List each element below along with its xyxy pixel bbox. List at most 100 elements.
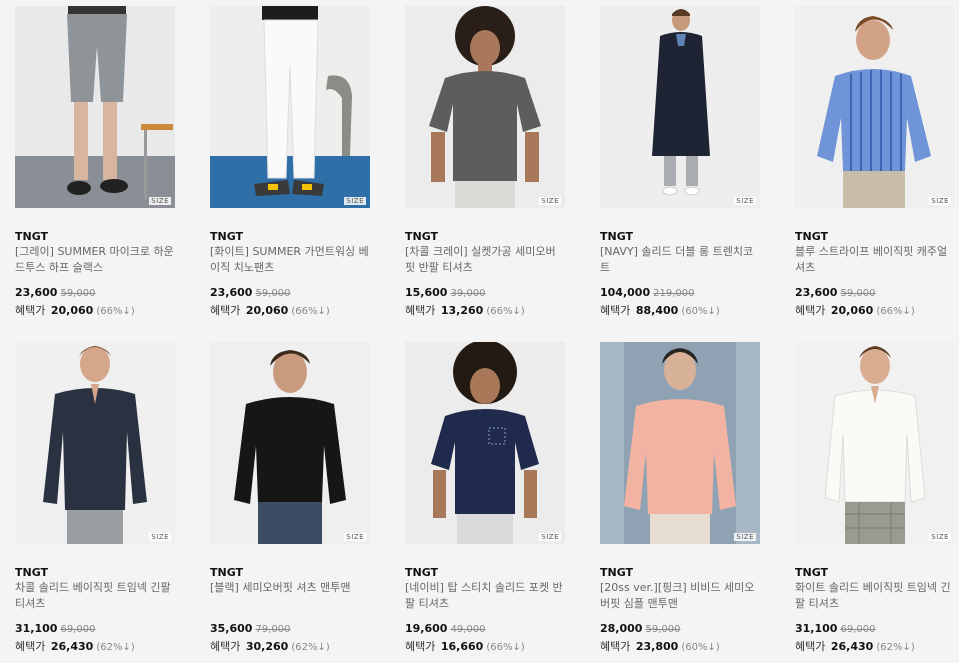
size-badge: SIZE [929, 533, 951, 541]
size-badge: SIZE [344, 197, 366, 205]
benefit-price: 20,060 [830, 304, 874, 317]
product-name[interactable]: 화이트 솔리드 베이직핏 트임넥 긴팔 티셔츠 [795, 580, 955, 612]
product-brand: TNGT [210, 230, 244, 243]
benefit-row: 혜택가 88,400 (60%↓) [600, 302, 762, 318]
price-row: 104,000 219,000 [600, 286, 762, 299]
product-card[interactable]: SIZE TNGT 화이트 솔리드 베이직핏 트임넥 긴팔 티셔츠 31,100… [795, 342, 957, 654]
product-name[interactable]: [20ss ver.][핑크] 비비드 세미오버핏 심플 맨투맨 [600, 580, 760, 612]
benefit-row: 혜택가 16,660 (66%↓) [405, 638, 567, 654]
sale-price: 31,100 [15, 622, 58, 635]
product-card[interactable]: SIZE TNGT [그레이] SUMMER 마이크로 하운드투스 하프 슬랙스… [15, 6, 177, 318]
product-card[interactable]: SIZE TNGT [NAVY] 솔리드 더블 롱 트렌치코트 104,000 2… [600, 6, 762, 318]
product-image[interactable]: SIZE [405, 342, 565, 544]
product-brand: TNGT [210, 566, 244, 579]
benefit-row: 혜택가 30,260 (62%↓) [210, 638, 372, 654]
size-badge: SIZE [149, 197, 171, 205]
benefit-rate: (66%↓) [486, 642, 525, 653]
price-row: 23,600 59,000 [795, 286, 957, 299]
benefit-rate: (60%↓) [681, 306, 720, 317]
price-row: 23,600 59,000 [210, 286, 372, 299]
product-image[interactable]: SIZE [600, 6, 760, 208]
product-name[interactable]: [네이비] 탑 스티치 솔리드 포켓 반팔 티셔츠 [405, 580, 565, 612]
benefit-price: 13,260 [440, 304, 484, 317]
benefit-price: 20,060 [50, 304, 94, 317]
product-name[interactable]: [그레이] SUMMER 마이크로 하운드투스 하프 슬랙스 [15, 244, 175, 276]
benefit-label: 혜택가 [795, 304, 826, 317]
product-brand: TNGT [795, 566, 829, 579]
product-name[interactable]: [화이트] SUMMER 가먼트워싱 베이직 치노팬츠 [210, 244, 370, 276]
sale-price: 23,600 [795, 286, 838, 299]
price-row: 15,600 39,000 [405, 286, 567, 299]
benefit-row: 혜택가 23,800 (60%↓) [600, 638, 762, 654]
benefit-price: 16,660 [440, 640, 484, 653]
benefit-row: 혜택가 26,430 (62%↓) [15, 638, 177, 654]
benefit-rate: (62%↓) [291, 642, 330, 653]
product-card[interactable]: SIZE TNGT 블루 스트라이프 베이직핏 캐주얼 셔츠 23,600 59,… [795, 6, 957, 318]
benefit-label: 혜택가 [795, 640, 826, 653]
product-name[interactable]: 블루 스트라이프 베이직핏 캐주얼 셔츠 [795, 244, 955, 276]
product-image[interactable]: SIZE [600, 342, 760, 544]
product-card[interactable]: SIZE TNGT [20ss ver.][핑크] 비비드 세미오버핏 심플 맨… [600, 342, 762, 654]
benefit-row: 혜택가 13,260 (66%↓) [405, 302, 567, 318]
original-price: 79,000 [255, 624, 291, 635]
benefit-label: 혜택가 [405, 304, 436, 317]
product-card[interactable]: SIZE TNGT 차콜 솔리드 베이직핏 트임넥 긴팔 티셔츠 31,100 6… [15, 342, 177, 654]
product-image[interactable]: SIZE [405, 6, 565, 208]
product-brand: TNGT [600, 230, 634, 243]
original-price: 59,000 [60, 288, 96, 299]
product-card[interactable]: SIZE TNGT [블랙] 세미오버핏 셔츠 맨투맨 35,600 79,000… [210, 342, 372, 654]
size-badge: SIZE [149, 533, 171, 541]
product-image[interactable]: SIZE [15, 342, 175, 544]
size-badge: SIZE [734, 197, 756, 205]
product-card[interactable]: SIZE TNGT [화이트] SUMMER 가먼트워싱 베이직 치노팬츠 23… [210, 6, 372, 318]
price-row: 19,600 49,000 [405, 622, 567, 635]
sale-price: 28,000 [600, 622, 643, 635]
sale-price: 104,000 [600, 286, 651, 299]
product-image[interactable]: SIZE [795, 342, 955, 544]
benefit-rate: (62%↓) [96, 642, 135, 653]
sale-price: 19,600 [405, 622, 448, 635]
benefit-rate: (66%↓) [291, 306, 330, 317]
benefit-rate: (60%↓) [681, 642, 720, 653]
product-brand: TNGT [15, 566, 49, 579]
price-row: 28,000 59,000 [600, 622, 762, 635]
product-card[interactable]: SIZE TNGT [차콜 크레이] 실켓가공 세미오버핏 반팔 티셔츠 15,… [405, 6, 567, 318]
product-name[interactable]: [블랙] 세미오버핏 셔츠 맨투맨 [210, 580, 370, 612]
size-badge: SIZE [929, 197, 951, 205]
product-brand: TNGT [15, 230, 49, 243]
benefit-label: 혜택가 [15, 304, 46, 317]
price-row: 31,100 69,000 [15, 622, 177, 635]
original-price: 39,000 [450, 288, 486, 299]
benefit-price: 88,400 [635, 304, 679, 317]
product-name[interactable]: [NAVY] 솔리드 더블 롱 트렌치코트 [600, 244, 760, 276]
size-badge: SIZE [539, 533, 561, 541]
product-image[interactable]: SIZE [210, 342, 370, 544]
benefit-price: 26,430 [50, 640, 94, 653]
product-name[interactable]: 차콜 솔리드 베이직핏 트임넥 긴팔 티셔츠 [15, 580, 175, 612]
product-brand: TNGT [405, 230, 439, 243]
product-image[interactable]: SIZE [210, 6, 370, 208]
size-badge: SIZE [734, 533, 756, 541]
benefit-price: 26,430 [830, 640, 874, 653]
product-card[interactable]: SIZE TNGT [네이비] 탑 스티치 솔리드 포켓 반팔 티셔츠 19,6… [405, 342, 567, 654]
original-price: 69,000 [840, 624, 876, 635]
price-row: 35,600 79,000 [210, 622, 372, 635]
product-name[interactable]: [차콜 크레이] 실켓가공 세미오버핏 반팔 티셔츠 [405, 244, 565, 276]
size-badge: SIZE [539, 197, 561, 205]
product-image[interactable]: SIZE [795, 6, 955, 208]
benefit-rate: (66%↓) [486, 306, 525, 317]
benefit-label: 혜택가 [405, 640, 436, 653]
benefit-row: 혜택가 26,430 (62%↓) [795, 638, 957, 654]
benefit-rate: (62%↓) [876, 642, 915, 653]
sale-price: 35,600 [210, 622, 253, 635]
price-row: 23,600 59,000 [15, 286, 177, 299]
sale-price: 15,600 [405, 286, 448, 299]
benefit-row: 혜택가 20,060 (66%↓) [210, 302, 372, 318]
original-price: 59,000 [645, 624, 681, 635]
original-price: 59,000 [840, 288, 876, 299]
benefit-row: 혜택가 20,060 (66%↓) [795, 302, 957, 318]
product-image[interactable]: SIZE [15, 6, 175, 208]
product-grid: SIZE TNGT [그레이] SUMMER 마이크로 하운드투스 하프 슬랙스… [0, 0, 959, 663]
sale-price: 23,600 [210, 286, 253, 299]
product-brand: TNGT [795, 230, 829, 243]
